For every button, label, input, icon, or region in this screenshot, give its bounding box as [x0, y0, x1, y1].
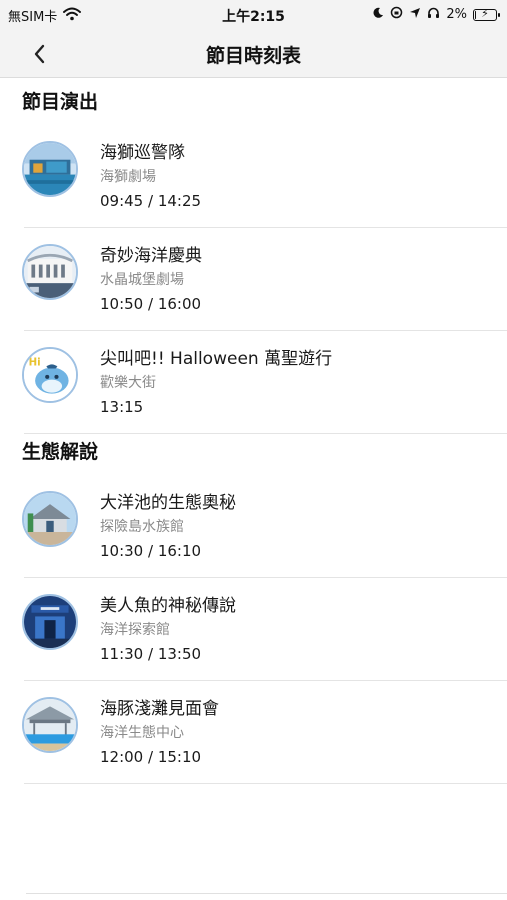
item-venue: 探險島水族館 — [100, 519, 184, 535]
item-venue: 水晶城堡劇場 — [100, 272, 184, 288]
exploration-hall-photo — [22, 594, 78, 650]
aquarium-building-photo — [22, 491, 78, 547]
whale-mascot-icon: Hi — [22, 347, 78, 403]
item-title: 大洋池的生態奧秘 — [100, 493, 236, 513]
sea-lion-show-photo — [22, 141, 78, 197]
list-item[interactable]: 海獅巡警隊 海獅劇場 09:45 / 14:25 — [22, 125, 507, 228]
section-header-performances: 節目演出 — [22, 91, 99, 113]
item-time: 11:30 / 13:50 — [100, 645, 202, 663]
item-venue: 歡樂大街 — [100, 375, 156, 391]
list-item[interactable]: 大洋池的生態奧秘 探險島水族館 10:30 / 16:10 — [22, 475, 507, 578]
item-title: 尖叫吧!! Halloween 萬聖遊行 — [100, 349, 333, 369]
item-text: 奇妙海洋慶典 水晶城堡劇場 10:50 / 16:00 — [100, 244, 497, 315]
status-bar: 無SIM卡 上午2:15 2% ⚡ — [0, 0, 507, 30]
list-item[interactable]: Hi 尖叫吧!! Halloween 萬聖遊行 歡樂大街 13:15 — [22, 331, 507, 434]
item-text: 海獅巡警隊 海獅劇場 09:45 / 14:25 — [100, 141, 497, 212]
item-title: 海獅巡警隊 — [100, 143, 185, 163]
navigation-bar: 節目時刻表 — [0, 30, 507, 78]
headphones-icon — [427, 7, 440, 23]
section-header-ecology-talks: 生態解說 — [22, 441, 99, 463]
page-title: 節目時刻表 — [205, 45, 301, 67]
status-right: 2% ⚡ — [372, 6, 500, 23]
battery-icon: ⚡ — [473, 6, 500, 21]
dolphin-pool-photo — [22, 697, 78, 753]
charging-bolt-icon: ⚡ — [481, 6, 489, 20]
list-item[interactable]: 海豚淺灘見面會 海洋生態中心 12:00 / 15:10 — [22, 681, 507, 784]
item-venue: 海洋探索館 — [100, 622, 170, 638]
schedule-list: 節目演出 海獅巡警隊 海獅劇場 09:45 / 14:25 奇妙海洋慶典 水晶城… — [0, 79, 507, 784]
moon-icon — [372, 7, 384, 23]
item-text: 美人魚的神秘傳說 海洋探索館 11:30 / 13:50 — [100, 594, 497, 665]
item-title: 奇妙海洋慶典 — [100, 246, 202, 266]
item-title: 海豚淺灘見面會 — [100, 699, 219, 719]
item-title: 美人魚的神秘傳說 — [100, 596, 236, 616]
item-time: 10:50 / 16:00 — [100, 295, 202, 313]
crystal-castle-photo — [22, 244, 78, 300]
list-item[interactable]: 美人魚的神秘傳說 海洋探索館 11:30 / 13:50 — [22, 578, 507, 681]
item-time: 09:45 / 14:25 — [100, 192, 202, 210]
item-venue: 海洋生態中心 — [100, 725, 184, 741]
list-item[interactable]: 奇妙海洋慶典 水晶城堡劇場 10:50 / 16:00 — [22, 228, 507, 331]
item-time: 13:15 — [100, 398, 144, 416]
item-text: 大洋池的生態奧秘 探險島水族館 10:30 / 16:10 — [100, 491, 497, 562]
battery-percent: 2% — [446, 7, 467, 22]
item-venue: 海獅劇場 — [100, 169, 156, 185]
svg-text:Hi: Hi — [29, 358, 41, 369]
location-icon — [409, 7, 421, 23]
item-time: 12:00 / 15:10 — [100, 748, 202, 766]
item-text: 尖叫吧!! Halloween 萬聖遊行 歡樂大街 13:15 — [100, 347, 497, 418]
item-text: 海豚淺灘見面會 海洋生態中心 12:00 / 15:10 — [100, 697, 497, 768]
item-time: 10:30 / 16:10 — [100, 542, 202, 560]
bottom-divider — [26, 893, 507, 894]
rotation-lock-icon — [390, 6, 403, 23]
